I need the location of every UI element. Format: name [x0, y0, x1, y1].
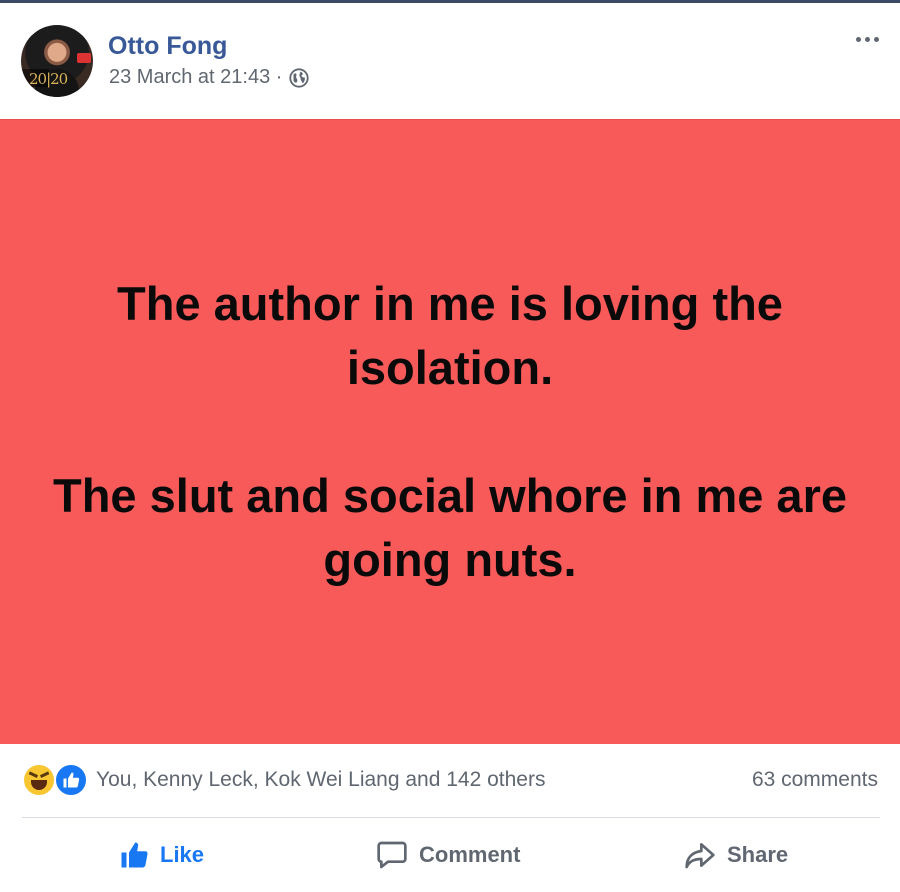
reaction-icons[interactable] [22, 763, 92, 797]
avatar-stamp: 20|20 [29, 70, 68, 88]
thumbs-up-icon [63, 772, 80, 788]
post-timestamp[interactable]: 23 March at 21:43 · [109, 66, 282, 89]
avatar-badge [77, 53, 91, 63]
post-text-line: The slut and social whore in me are goin… [53, 469, 847, 586]
more-dot [855, 36, 861, 42]
globe-icon[interactable] [288, 67, 310, 89]
share-button[interactable]: Share [683, 833, 788, 877]
haha-icon[interactable] [22, 763, 56, 797]
comments-count[interactable]: 63 comments [752, 768, 878, 792]
author-name[interactable]: Otto Fong [108, 32, 227, 61]
share-icon [685, 843, 715, 869]
post-actions: Like Comment Share [0, 821, 900, 891]
more-options-icon[interactable] [850, 25, 884, 53]
like-button[interactable]: Like [118, 833, 204, 877]
more-dot [873, 36, 879, 42]
post-meta: 23 March at 21:43 · [109, 66, 310, 89]
post-content-background: The author in me is loving the isolation… [0, 119, 900, 744]
reaction-names[interactable]: You, Kenny Leck, Kok Wei Liang and 142 o… [96, 768, 545, 792]
post-card: 20|20 Otto Fong 23 March at 21:43 · The … [0, 3, 900, 892]
comment-label: Comment [419, 842, 521, 867]
comment-icon [377, 841, 407, 869]
more-dot [864, 36, 870, 42]
haha-mouth [31, 780, 47, 790]
post-header: 20|20 Otto Fong 23 March at 21:43 · [0, 3, 900, 119]
thumbs-up-icon [121, 842, 148, 868]
actions-divider [22, 817, 880, 818]
reactions-bar: You, Kenny Leck, Kok Wei Liang and 142 o… [0, 744, 900, 812]
post-text: The author in me is loving the isolation… [0, 120, 900, 744]
like-label: Like [160, 842, 205, 867]
share-label: Share [727, 842, 789, 867]
comment-button[interactable]: Comment [375, 833, 520, 877]
like-icon[interactable] [54, 763, 88, 797]
author-avatar[interactable]: 20|20 [21, 25, 93, 97]
post-text-line: The author in me is loving the isolation… [117, 277, 783, 394]
